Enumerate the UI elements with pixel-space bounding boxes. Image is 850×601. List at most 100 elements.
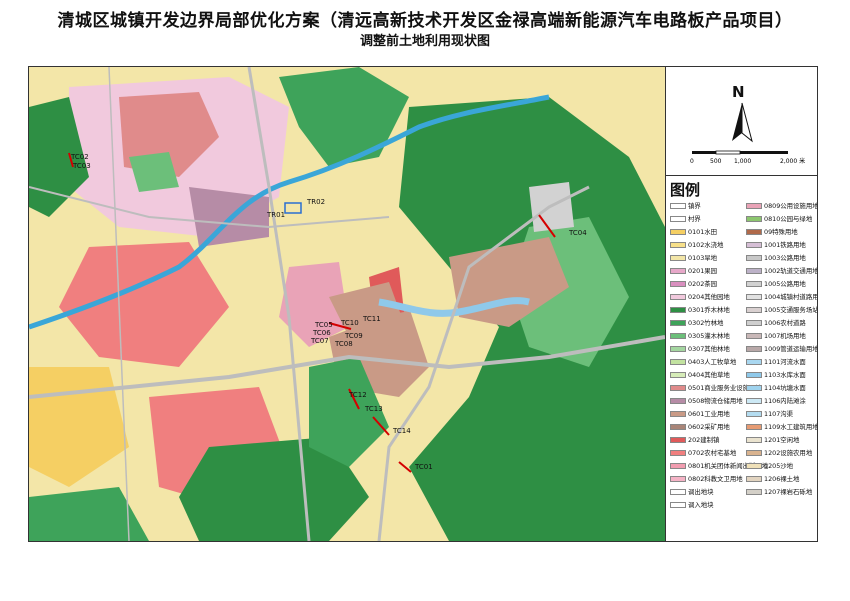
legend-swatch bbox=[670, 450, 686, 456]
legend-swatch bbox=[670, 502, 686, 508]
plot-label: TC11 bbox=[362, 315, 381, 323]
legend-label: 1003公路用地 bbox=[764, 254, 806, 262]
scale-tick: 2,000 米 bbox=[780, 157, 805, 165]
legend-label: 0307其他林地 bbox=[688, 345, 730, 353]
legend-item: 0302竹林地 bbox=[670, 319, 723, 328]
legend-swatch bbox=[670, 359, 686, 365]
legend-label: 0802科教文卫用地 bbox=[688, 475, 743, 483]
legend-label: 0302竹林地 bbox=[688, 319, 724, 327]
legend-label: 1101河流水面 bbox=[764, 358, 806, 366]
legend-item: 0305灌木林地 bbox=[670, 332, 730, 341]
legend-swatch bbox=[746, 437, 762, 443]
legend-item: 0508物流仓储用地 bbox=[670, 397, 743, 406]
legend-swatch bbox=[746, 424, 762, 430]
scale-tick: 0 bbox=[690, 158, 694, 165]
legend-item: 调出地块 bbox=[670, 488, 714, 497]
legend-swatch bbox=[670, 255, 686, 261]
map-title: 清城区城镇开发边界局部优化方案（清远高新技术开发区金禄高端新能源汽车电路板产品项… bbox=[57, 11, 793, 31]
legend-label: 1106内陆滩涂 bbox=[764, 397, 806, 405]
legend-swatch bbox=[746, 398, 762, 404]
legend-item: 0809公用设施用地 bbox=[746, 202, 817, 211]
legend-item: 村界 bbox=[670, 215, 701, 224]
legend-item: 1106内陆滩涂 bbox=[746, 397, 806, 406]
legend-label: 1107沟渠 bbox=[764, 410, 794, 418]
legend-item: 1202设施农用地 bbox=[746, 449, 812, 458]
legend-label: 0602采矿用地 bbox=[688, 423, 730, 431]
north-arrow-icon: 0 500 1,000 2,000 米 bbox=[690, 102, 805, 165]
legend-swatch bbox=[670, 489, 686, 495]
legend-item: 1006农村道路 bbox=[746, 319, 806, 328]
plot-label: TC07 bbox=[310, 337, 329, 345]
legend-item: 1004城镇村道路用地 bbox=[746, 293, 817, 302]
legend-item: 1001铁路用地 bbox=[746, 241, 806, 250]
legend-item: 1007机场用地 bbox=[746, 332, 806, 341]
legend-item: 0601工业用地 bbox=[670, 410, 730, 419]
plot-label: TC13 bbox=[364, 405, 383, 413]
legend-label: 1109水工建筑用地 bbox=[764, 423, 818, 431]
legend-label: 1201空闲地 bbox=[764, 436, 800, 444]
legend-swatch bbox=[746, 268, 762, 274]
legend-swatch bbox=[670, 333, 686, 339]
legend-label: 0103旱地 bbox=[688, 254, 718, 262]
legend-item: 0102水浇地 bbox=[670, 241, 723, 250]
legend-swatch bbox=[670, 437, 686, 443]
legend-swatch bbox=[670, 281, 686, 287]
legend-label: 1006农村道路 bbox=[764, 319, 806, 327]
legend-item: 1107沟渠 bbox=[746, 410, 793, 419]
legend-item: 0403人工牧草地 bbox=[670, 358, 736, 367]
legend-item: 1201空闲地 bbox=[746, 436, 799, 445]
legend-label: 0202茶园 bbox=[688, 280, 718, 288]
legend-label: 0101水田 bbox=[688, 228, 718, 236]
legend-swatch bbox=[670, 307, 686, 313]
legend-item: 1009管道运输用地 bbox=[746, 345, 818, 354]
map-frame: TC02 TC03 TR01 TR02 TC04 TC10 TC11 TC05 … bbox=[28, 66, 818, 542]
legend-label: 1103水库水面 bbox=[764, 371, 806, 379]
legend-label: 09特殊用地 bbox=[764, 228, 798, 236]
legend-item: 0201果园 bbox=[670, 267, 717, 276]
legend-label: 1104坑塘水面 bbox=[764, 384, 806, 392]
legend-label: 1007机场用地 bbox=[764, 332, 806, 340]
legend-item: 1002轨道交通用地 bbox=[746, 267, 818, 276]
legend-item: 0204其他园地 bbox=[670, 293, 730, 302]
plot-label: TR02 bbox=[306, 198, 325, 206]
legend-item: 1104坑塘水面 bbox=[746, 384, 806, 393]
legend-swatch bbox=[746, 229, 762, 235]
legend-swatch bbox=[746, 476, 762, 482]
legend-swatch bbox=[746, 333, 762, 339]
legend-swatch bbox=[746, 359, 762, 365]
legend-swatch bbox=[746, 203, 762, 209]
legend-item: 调入地块 bbox=[670, 501, 714, 510]
legend-label: 1002轨道交通用地 bbox=[764, 267, 818, 275]
legend-label: 0305灌木林地 bbox=[688, 332, 730, 340]
legend-swatch bbox=[670, 216, 686, 222]
legend-item: 0702农村宅基地 bbox=[670, 449, 736, 458]
legend-swatch bbox=[670, 424, 686, 430]
legend-label: 0404其他草地 bbox=[688, 371, 730, 379]
legend-swatch bbox=[746, 489, 762, 495]
plot-label: TC14 bbox=[392, 427, 411, 435]
land-use-map[interactable]: TC02 TC03 TR01 TR02 TC04 TC10 TC11 TC05 … bbox=[29, 67, 665, 541]
legend-label: 1202设施农用地 bbox=[764, 449, 813, 457]
north-arrow-panel: N 0 500 1,000 2,000 米 bbox=[666, 67, 817, 176]
legend-label: 202建制镇 bbox=[688, 436, 720, 444]
legend-item: 0602采矿用地 bbox=[670, 423, 730, 432]
legend-item: 1109水工建筑用地 bbox=[746, 423, 818, 432]
legend-swatch bbox=[670, 476, 686, 482]
legend-label: 0508物流仓储用地 bbox=[688, 397, 743, 405]
plot-label: TC02 bbox=[70, 153, 89, 161]
legend-item: 0307其他林地 bbox=[670, 345, 730, 354]
legend-swatch bbox=[746, 294, 762, 300]
legend-swatch bbox=[746, 320, 762, 326]
legend-swatch bbox=[670, 268, 686, 274]
plot-label: TC01 bbox=[414, 463, 433, 471]
legend-item: 1206裸土地 bbox=[746, 475, 799, 484]
legend-swatch bbox=[746, 281, 762, 287]
legend-swatch bbox=[670, 463, 686, 469]
legend-swatch bbox=[746, 255, 762, 261]
legend-swatch bbox=[746, 346, 762, 352]
legend-label: 1009管道运输用地 bbox=[764, 345, 818, 353]
legend-swatch bbox=[746, 242, 762, 248]
legend-swatch bbox=[746, 385, 762, 391]
legend-label: 调出地块 bbox=[688, 488, 714, 496]
plot-label: TC04 bbox=[568, 229, 587, 237]
